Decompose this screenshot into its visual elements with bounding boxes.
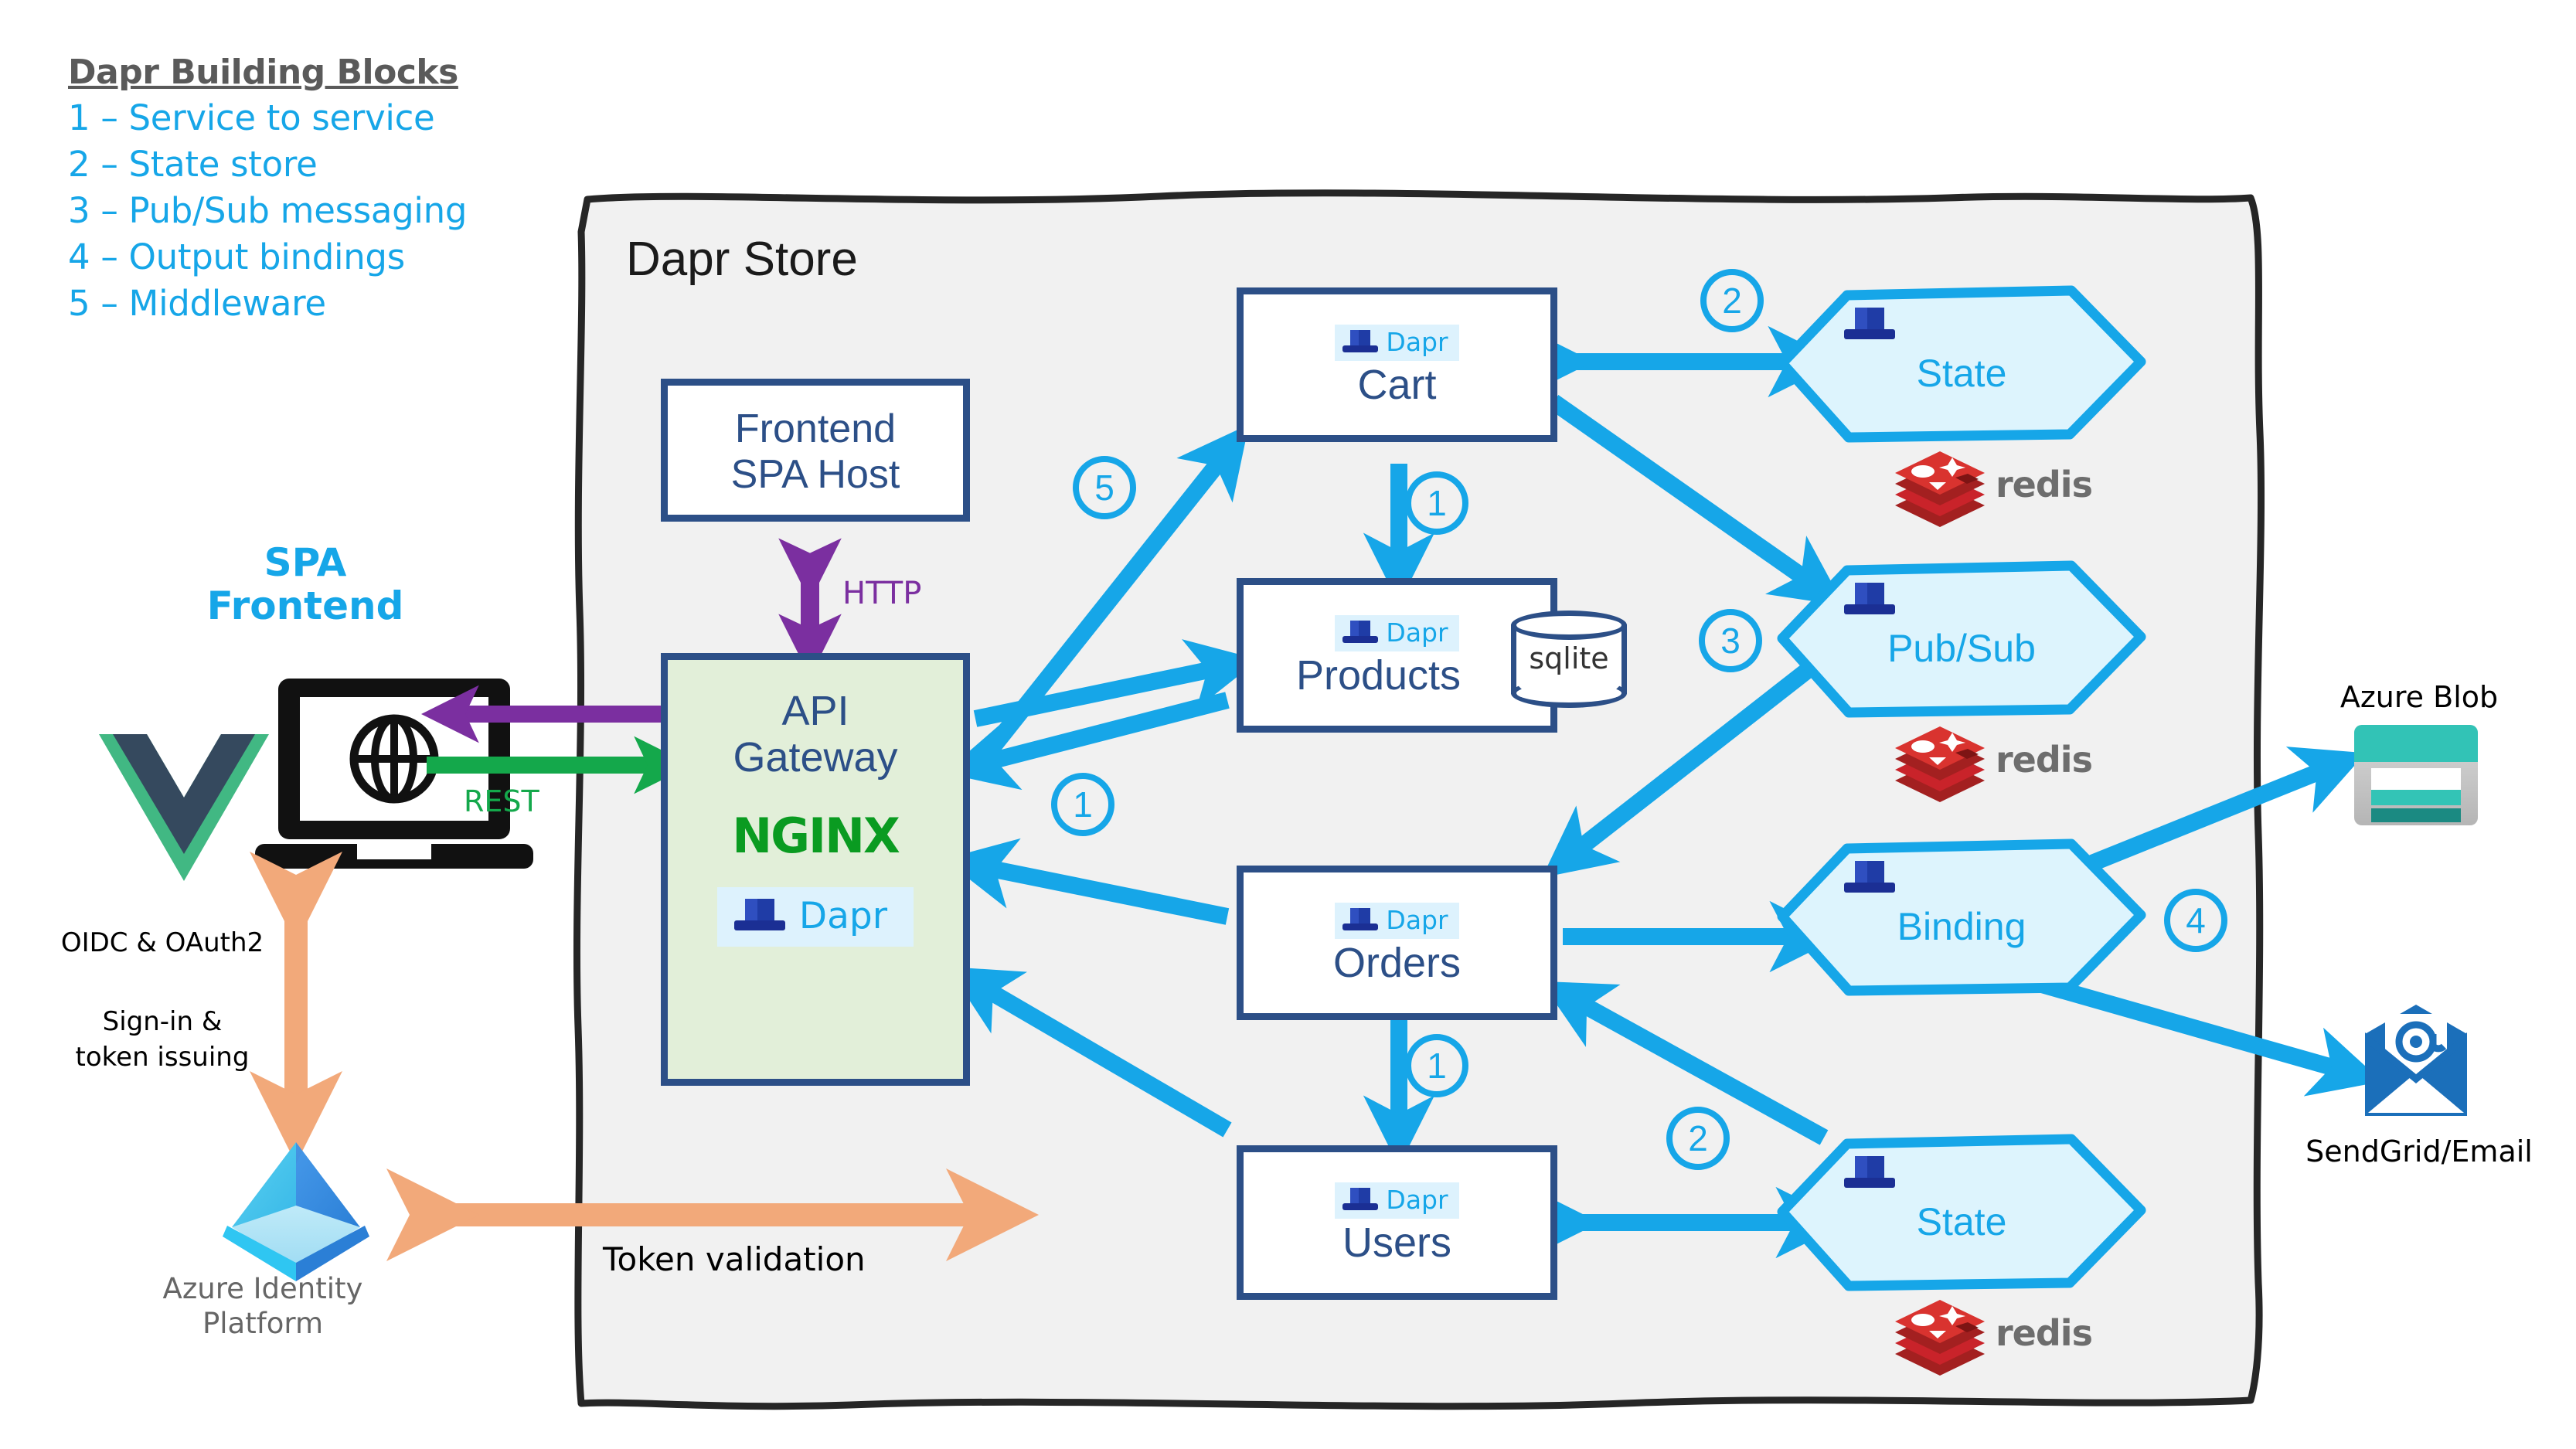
dapr-sidecar-badge: Dapr (716, 886, 914, 947)
email-envelope-icon (2365, 1005, 2467, 1116)
marker-1-gateway-orders: 1 (1051, 773, 1114, 836)
rest-label: REST (464, 784, 539, 818)
component-label-pubsub: Pub/Sub (1887, 627, 2036, 670)
component-state-top[interactable]: State (1782, 291, 2141, 437)
service-box-users[interactable]: Dapr Users (1237, 1145, 1557, 1300)
sqlite-label: sqlite (1529, 641, 1609, 675)
component-label-state-top: State (1916, 352, 2007, 395)
legend-item: 5 – Middleware (68, 283, 326, 324)
diagram-canvas: Dapr Building Blocks 1 – Service to serv… (0, 0, 2576, 1449)
marker-5-gateway-cart: 5 (1073, 456, 1136, 519)
service-name-orders: Orders (1332, 939, 1462, 986)
azure-identity-label: Azure Identity Platform (162, 1272, 363, 1341)
redis-label-group: redis (1996, 1312, 2093, 1354)
dapr-hat-icon (1342, 907, 1379, 932)
dapr-hat-icon (1342, 1187, 1379, 1212)
spa-frontend-title: SPA Frontend (206, 540, 404, 628)
dapr-store-title: Dapr Store (626, 233, 858, 286)
dapr-badge-label: Dapr (1386, 1184, 1448, 1215)
legend-item: 4 – Output bindings (68, 236, 405, 277)
marker-3-pubsub: 3 (1699, 609, 1762, 672)
service-name-users: Users (1342, 1219, 1451, 1266)
vue-logo-icon (99, 734, 269, 881)
sqlite-database-icon: sqlite (1511, 611, 1627, 708)
azure-identity-pyramid-icon (223, 1142, 369, 1281)
dapr-sidecar-badge: Dapr (1335, 902, 1459, 939)
redis-label: redis (1996, 1312, 2093, 1354)
component-binding[interactable]: Binding (1782, 844, 2141, 991)
redis-label-group: redis (1996, 739, 2093, 781)
dapr-badge-label: Dapr (1386, 617, 1448, 648)
dapr-hat-icon (1342, 329, 1379, 354)
legend-item: 3 – Pub/Sub messaging (68, 190, 468, 231)
redis-label: redis (1996, 464, 2093, 505)
dapr-hat-icon (1844, 861, 1895, 895)
dapr-sidecar-badge: Dapr (1335, 614, 1459, 651)
azure-blob-label: Azure Blob (2339, 680, 2499, 714)
dapr-sidecar-badge: Dapr (1335, 324, 1459, 361)
legend: Dapr Building Blocks 1 – Service to serv… (68, 53, 563, 324)
dapr-hat-icon (1844, 583, 1895, 617)
component-label-state-bottom: State (1916, 1200, 2007, 1243)
service-box-orders[interactable]: Dapr Orders (1237, 866, 1557, 1020)
marker-4-binding: 4 (2164, 889, 2227, 952)
dapr-hat-icon (1342, 620, 1379, 645)
service-box-cart[interactable]: Dapr Cart (1237, 287, 1557, 442)
service-box-products[interactable]: Dapr Products (1237, 578, 1557, 733)
dapr-hat-icon (1844, 1156, 1895, 1190)
dapr-badge-label: Dapr (1386, 326, 1448, 357)
nginx-logo: NGINX (732, 807, 900, 864)
marker-2-users-state: 2 (1666, 1107, 1730, 1170)
token-validation-label: Token validation (603, 1240, 866, 1278)
redis-label-group: redis (1996, 464, 2093, 505)
dapr-sidecar-badge: Dapr (1335, 1182, 1459, 1219)
legend-item: 1 – Service to service (68, 97, 435, 138)
legend-title: Dapr Building Blocks (68, 53, 458, 92)
http-label: HTTP (842, 576, 922, 611)
dapr-badge-label: Dapr (798, 894, 888, 937)
sendgrid-label: SendGrid/Email (2305, 1134, 2533, 1168)
marker-1-cart-products: 1 (1405, 471, 1468, 535)
oidc-oauth2-label: OIDC & OAuth2 (60, 927, 264, 958)
marker-2-cart-state: 2 (1700, 269, 1764, 332)
component-label-binding: Binding (1897, 905, 2026, 948)
signin-token-label: Sign-in & token issuing (75, 1006, 250, 1073)
dapr-badge-label: Dapr (1386, 904, 1448, 935)
dapr-hat-icon (1844, 308, 1895, 342)
api-gateway-label: API Gateway (733, 688, 898, 781)
component-state-bottom[interactable]: State (1782, 1139, 2141, 1286)
legend-item: 2 – State store (68, 144, 318, 185)
dapr-hat-icon (733, 899, 785, 933)
azure-blob-icon (2354, 725, 2478, 825)
marker-1-orders-users: 1 (1405, 1034, 1468, 1097)
frontend-spa-host-label: Frontend SPA Host (730, 406, 900, 497)
service-name-products: Products (1295, 651, 1462, 699)
service-name-cart: Cart (1357, 361, 1437, 408)
redis-label: redis (1996, 739, 2093, 781)
api-gateway-box[interactable]: API Gateway NGINX Dapr (661, 653, 970, 1086)
frontend-spa-host-box[interactable]: Frontend SPA Host (661, 379, 970, 522)
component-pubsub[interactable]: Pub/Sub (1782, 566, 2141, 713)
